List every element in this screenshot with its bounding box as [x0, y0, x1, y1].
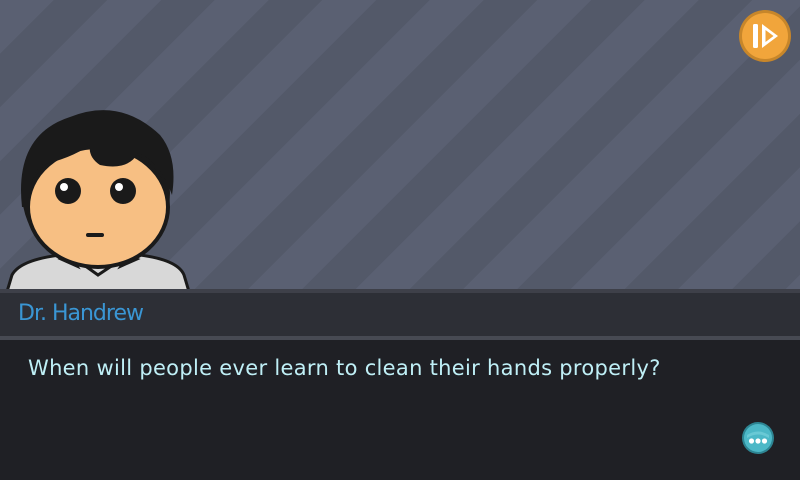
speaker-name: Dr. Handrew	[18, 301, 144, 326]
skip-forward-icon	[739, 10, 791, 62]
dialog-box: Dr. Handrew When will people ever learn …	[0, 289, 800, 480]
more-dots-icon	[742, 422, 774, 454]
continue-button[interactable]	[741, 421, 775, 455]
skip-button[interactable]	[738, 9, 792, 63]
speaker-name-bar: Dr. Handrew	[0, 289, 800, 336]
character-portrait	[0, 95, 200, 295]
dialog-text: When will people ever learn to clean the…	[28, 356, 661, 380]
dialog-text-area[interactable]: When will people ever learn to clean the…	[0, 340, 800, 480]
